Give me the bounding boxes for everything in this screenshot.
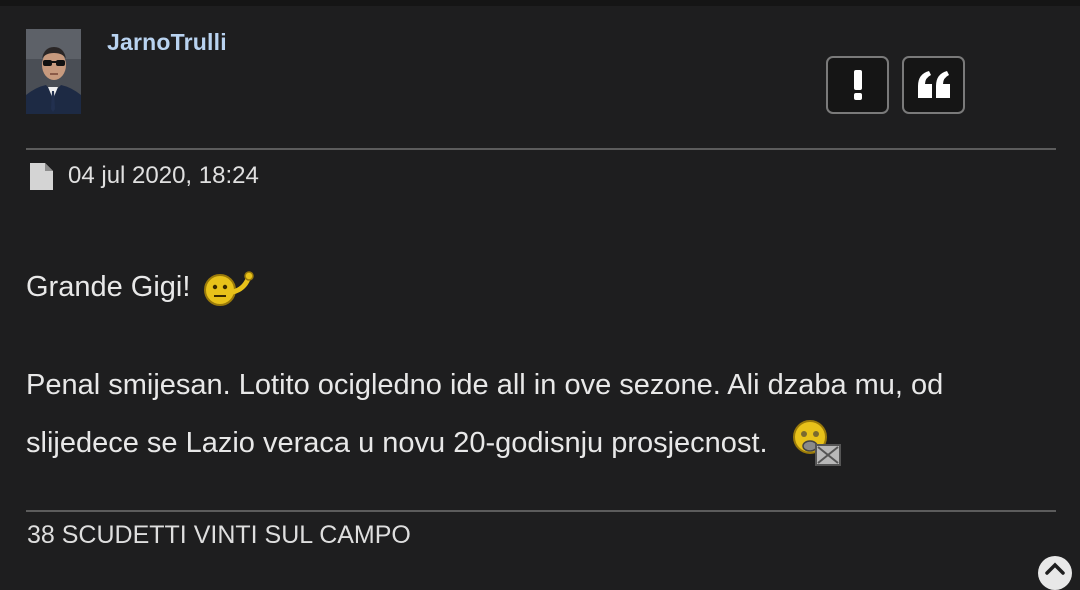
avatar[interactable] xyxy=(26,29,81,114)
user-signature: 38 SCUDETTI VINTI SUL CAMPO xyxy=(27,521,411,549)
gas-mask-smiley-icon xyxy=(792,420,841,467)
report-button[interactable] xyxy=(826,56,889,114)
exclamation-icon xyxy=(853,70,862,100)
avatar-image xyxy=(26,29,81,114)
quote-icon xyxy=(917,71,950,98)
waving-smiley-icon xyxy=(204,271,255,306)
file-icon[interactable] xyxy=(30,162,53,190)
post-line-2: Penal smijesan. Lotito ocigledno ide all… xyxy=(26,356,1061,472)
quote-button[interactable] xyxy=(902,56,965,114)
top-bar xyxy=(0,0,1080,6)
post-date: 04 jul 2020, 18:24 xyxy=(68,162,259,189)
post-content: Grande Gigi! Penal smijesan. Lotito ocig… xyxy=(26,262,1061,472)
scroll-to-top-button[interactable] xyxy=(1038,556,1072,590)
post-line-1: Grande Gigi! xyxy=(26,262,1061,312)
post-header-divider xyxy=(26,148,1056,150)
author-username[interactable]: JarnoTrulli xyxy=(107,29,227,56)
post-meta: 04 jul 2020, 18:24 xyxy=(30,162,259,190)
signature-divider xyxy=(26,510,1056,512)
post-text-greeting: Grande Gigi! xyxy=(26,270,191,303)
